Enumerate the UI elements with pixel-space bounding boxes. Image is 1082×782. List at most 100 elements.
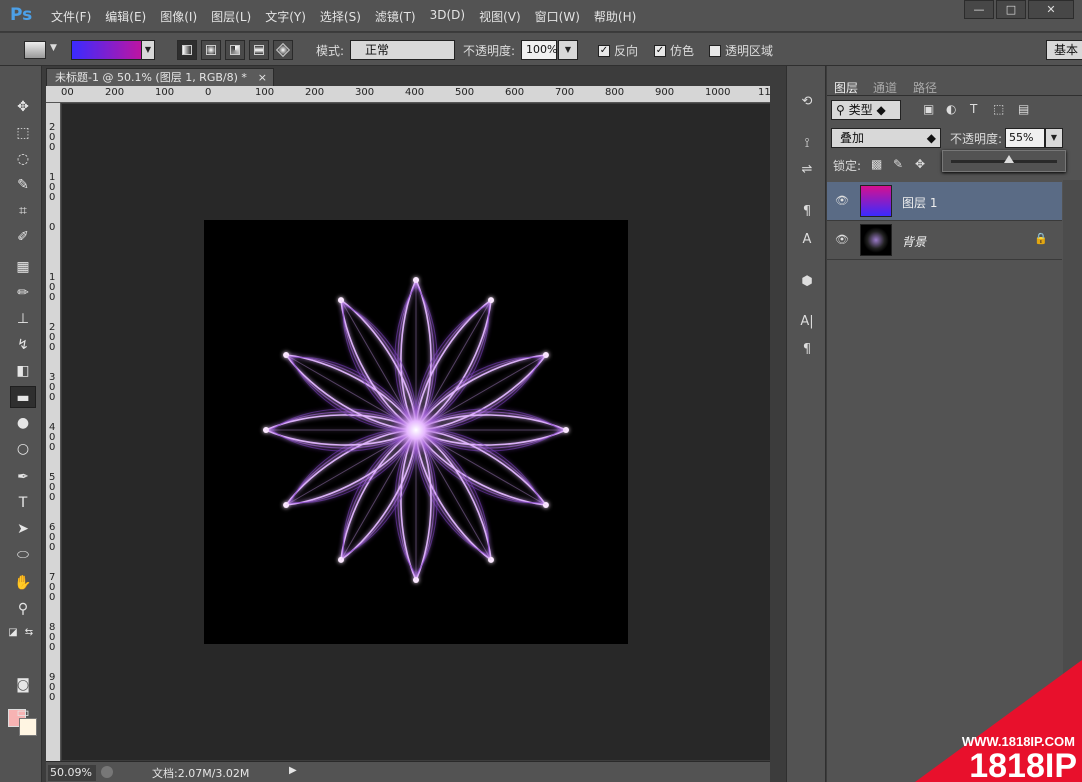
tool-preset-picker[interactable] xyxy=(24,41,46,59)
quick-select-icon[interactable]: ✎ xyxy=(10,174,36,196)
smart-object-filter-icon[interactable]: ▤ xyxy=(1018,102,1029,116)
ellipse-icon[interactable]: ⬭ xyxy=(10,544,36,566)
menu-image[interactable]: 图像(I) xyxy=(153,8,204,25)
blur-icon[interactable]: ● xyxy=(10,412,36,434)
quick-mask-icon[interactable]: ◙ xyxy=(10,674,36,696)
dither-checkbox[interactable]: ✓ 仿色 xyxy=(654,42,694,59)
paragraph-icon[interactable]: ¶ xyxy=(796,340,818,360)
dodge-icon[interactable]: ○ xyxy=(10,438,36,460)
layer-opacity-input[interactable]: 55% xyxy=(1005,128,1045,148)
blend-mode-select[interactable]: 叠加 ◆ xyxy=(831,128,941,148)
angle-gradient-button[interactable] xyxy=(225,40,245,60)
reverse-checkbox[interactable]: ✓ 反向 xyxy=(598,42,638,59)
brush-presets-icon[interactable]: ⟟ xyxy=(796,134,818,154)
brush-icon[interactable]: ✏ xyxy=(10,282,36,304)
tab-paths[interactable]: 路径 xyxy=(913,79,937,96)
ruler-label: 1000 xyxy=(705,87,731,98)
mode-select[interactable]: 正常 xyxy=(350,40,455,60)
menu-type[interactable]: 文字(Y) xyxy=(258,8,313,25)
linear-gradient-button[interactable] xyxy=(177,40,197,60)
layer-row[interactable]: 👁 图层 1 xyxy=(827,182,1062,221)
gradient-dropdown[interactable]: ▼ xyxy=(141,40,155,60)
tab-channels[interactable]: 通道 xyxy=(873,79,897,96)
workspace-button[interactable]: 基本 xyxy=(1046,40,1082,60)
menu-list: 文件(F) 编辑(E) 图像(I) 图层(L) 文字(Y) 选择(S) 滤镜(T… xyxy=(44,8,643,25)
menu-3d[interactable]: 3D(D) xyxy=(423,8,472,25)
gradient-icon[interactable]: ▬ xyxy=(10,386,36,408)
eraser-icon[interactable]: ◧ xyxy=(10,360,36,382)
close-icon[interactable]: × xyxy=(258,69,267,86)
menu-help[interactable]: 帮助(H) xyxy=(587,8,643,25)
minimize-button[interactable]: — xyxy=(964,0,994,19)
reflected-gradient-button[interactable] xyxy=(249,40,269,60)
visibility-eye-icon[interactable]: 👁 xyxy=(835,194,849,207)
menu-edit[interactable]: 编辑(E) xyxy=(98,8,153,25)
document-canvas[interactable] xyxy=(204,220,628,644)
type-icon[interactable]: T xyxy=(10,492,36,514)
opacity-input[interactable]: 100% xyxy=(521,40,557,60)
hand-icon[interactable]: ✋ xyxy=(10,572,36,594)
app-logo: Ps xyxy=(10,5,33,25)
tool-presets-icon[interactable]: ⇌ xyxy=(796,160,818,180)
character-icon[interactable]: A| xyxy=(796,312,818,332)
image-filter-icon[interactable]: ▣ xyxy=(923,102,934,116)
menu-view[interactable]: 视图(V) xyxy=(472,8,528,25)
opacity-slider-popup[interactable] xyxy=(942,150,1066,172)
menu-window[interactable]: 窗口(W) xyxy=(528,8,587,25)
history-brush-icon[interactable]: ↯ xyxy=(10,334,36,356)
layer-row[interactable]: 👁 背景 🔒 xyxy=(827,221,1062,260)
healing-icon[interactable]: ▦ xyxy=(10,256,36,278)
type-filter-icon[interactable]: T xyxy=(970,102,977,116)
menu-file[interactable]: 文件(F) xyxy=(44,8,98,25)
chevron-down-icon[interactable]: ▼ xyxy=(50,43,57,63)
chevron-down-icon[interactable]: ▼ xyxy=(1045,128,1063,148)
zoom-icon[interactable]: ⚲ xyxy=(10,598,36,620)
close-button[interactable]: ✕ xyxy=(1028,0,1074,19)
opacity-dropdown[interactable]: ▼ xyxy=(558,40,578,60)
radial-gradient-button[interactable] xyxy=(201,40,221,60)
character-styles-icon[interactable]: A xyxy=(796,230,818,250)
ruler-label: 00 xyxy=(61,87,74,98)
photoshop-window: Ps 文件(F) 编辑(E) 图像(I) 图层(L) 文字(Y) 选择(S) 滤… xyxy=(0,0,1082,782)
play-icon[interactable]: ▶ xyxy=(289,765,297,776)
diamond-gradient-button[interactable] xyxy=(273,40,293,60)
transparency-checkbox[interactable]: 透明区域 xyxy=(709,42,773,59)
eyedropper-icon[interactable]: ✐ xyxy=(10,226,36,248)
3d-icon[interactable]: ⬢ xyxy=(796,272,818,292)
opacity-slider-thumb[interactable] xyxy=(1004,155,1015,163)
ruler-label: 0 xyxy=(49,692,56,703)
lock-position-icon[interactable]: ✥ xyxy=(915,157,925,171)
default-colors-icon[interactable]: ◪ xyxy=(6,622,20,644)
zoom-level[interactable]: 50.09% xyxy=(48,765,96,781)
maximize-button[interactable]: □ xyxy=(996,0,1026,19)
history-icon[interactable]: ⟲ xyxy=(796,92,818,112)
crop-icon[interactable]: ⌗ xyxy=(10,200,36,222)
lasso-icon[interactable]: ◌ xyxy=(10,148,36,170)
swap-colors-icon[interactable]: ⇆ xyxy=(22,622,36,644)
lock-pixels-icon[interactable]: ✎ xyxy=(893,157,903,171)
shape-filter-icon[interactable]: ⬚ xyxy=(993,102,1004,116)
ruler-label: 11 xyxy=(758,87,770,98)
clone-source-icon[interactable]: ¶ xyxy=(796,202,818,222)
tab-layers[interactable]: 图层 xyxy=(834,79,858,96)
document-tab[interactable]: 未标题-1 @ 50.1% (图层 1, RGB/8) * × xyxy=(46,68,274,86)
screen-mode-icon[interactable]: ▭ xyxy=(10,702,36,724)
pen-icon[interactable]: ✒ xyxy=(10,466,36,488)
menu-select[interactable]: 选择(S) xyxy=(313,8,368,25)
adjustment-filter-icon[interactable]: ◐ xyxy=(946,102,956,116)
marquee-icon[interactable]: ⬚ xyxy=(10,122,36,144)
layer-name[interactable]: 背景 xyxy=(902,233,926,250)
path-select-icon[interactable]: ➤ xyxy=(10,518,36,540)
layer-filter-select[interactable]: ⚲ 类型 ◆ xyxy=(831,100,901,120)
status-bar: 50.09% 文档:2.07M/3.02M ▶ xyxy=(46,761,770,782)
ruler-label: 100 xyxy=(155,87,175,98)
stamp-icon[interactable]: ⊥ xyxy=(10,308,36,330)
menu-filter[interactable]: 滤镜(T) xyxy=(368,8,423,25)
layer-name[interactable]: 图层 1 xyxy=(902,194,937,211)
visibility-eye-icon[interactable]: 👁 xyxy=(835,233,849,246)
move-icon[interactable]: ✥ xyxy=(10,96,36,118)
document-info-icon[interactable] xyxy=(101,766,113,778)
menu-layer[interactable]: 图层(L) xyxy=(204,8,258,25)
lock-transparent-icon[interactable]: ▩ xyxy=(871,157,882,171)
petal-sparkle xyxy=(338,556,344,563)
